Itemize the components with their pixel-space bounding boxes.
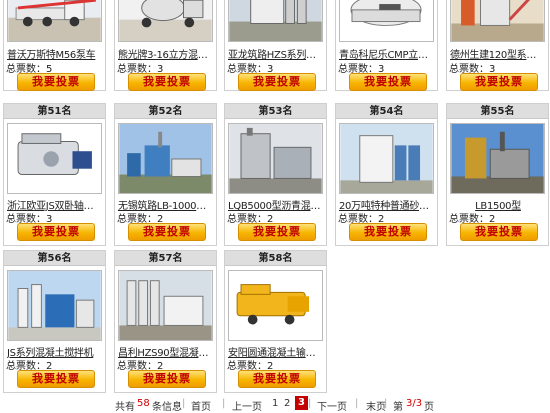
product-card: 亚龙筑路HZS系列水泥混凝土搅拌站 总票数：3 我要投票 xyxy=(224,0,327,91)
product-image-twin-shaft-mixer[interactable] xyxy=(7,123,102,194)
product-image-pump-truck[interactable] xyxy=(7,0,102,42)
page-indicator-prefix: 第 xyxy=(393,402,403,413)
product-card: 第58名 安阳圆通混凝土输送泵 总票数：2 我要投票 xyxy=(224,250,327,393)
rank-label: 第57名 xyxy=(115,251,216,266)
product-image-concrete-pump[interactable] xyxy=(228,270,323,341)
page-indicator: 3/3 xyxy=(406,398,423,409)
product-card: 第54名 20万吨特种普通砂浆生产线 总票数：2 我要投票 xyxy=(335,103,438,246)
separator: | xyxy=(222,398,226,409)
vote-button[interactable]: 我要投票 xyxy=(460,223,538,241)
vote-button[interactable]: 我要投票 xyxy=(17,370,95,388)
vote-button[interactable]: 我要投票 xyxy=(349,223,427,241)
product-image-asphalt-mixing-equipment[interactable] xyxy=(228,123,323,194)
vote-button[interactable]: 我要投票 xyxy=(238,223,316,241)
total-suffix: 条信息 xyxy=(152,402,182,413)
separator: | xyxy=(355,398,359,409)
product-image-lb1500[interactable] xyxy=(450,123,545,194)
product-image-mixing-plant[interactable] xyxy=(228,0,323,42)
vote-button[interactable]: 我要投票 xyxy=(238,73,316,91)
next-page-link[interactable]: 下一页 xyxy=(317,398,347,413)
rank-label: 第51名 xyxy=(4,104,105,119)
page-indicator-suffix: 页 xyxy=(424,402,434,413)
page-link-2[interactable]: 2 xyxy=(284,398,290,409)
product-card: 第56名 JS系列混凝土搅拌机 总票数：2 我要投票 xyxy=(3,250,106,393)
product-card: 普沃万斯特M56泵车 总票数：5 我要投票 xyxy=(3,0,106,91)
last-page-link[interactable]: 末页 xyxy=(366,398,386,413)
product-image-js-mixer-plant[interactable] xyxy=(7,270,102,341)
vote-button[interactable]: 我要投票 xyxy=(128,223,206,241)
rank-label: 第58名 xyxy=(225,251,326,266)
vote-button[interactable]: 我要投票 xyxy=(460,73,538,91)
product-image-planetary-mixer[interactable] xyxy=(339,0,434,42)
first-page-link[interactable]: 首页 xyxy=(191,398,211,413)
product-name[interactable]: 亚龙筑路HZS系列水泥混凝土搅拌站 xyxy=(228,46,324,61)
product-card: 第52名 无锡筑路LB-1000型沥青搅拌设备 总票数：2 我要投票 xyxy=(114,103,217,246)
product-image-asphalt-plant[interactable] xyxy=(118,123,213,194)
product-image-mixing-station[interactable] xyxy=(450,0,545,42)
product-card: 青岛科尼乐CMP立轴行星搅拌机 总票数：3 我要投票 xyxy=(335,0,438,91)
rank-label: 第55名 xyxy=(447,104,548,119)
product-card: 第51名 浙江欧亚JS双卧轴强制式搅拌机 总票数：3 我要投票 xyxy=(3,103,106,246)
vote-button[interactable]: 我要投票 xyxy=(128,370,206,388)
product-name[interactable]: 青岛科尼乐CMP立轴行星搅拌机 xyxy=(339,46,435,61)
product-card: 熊光牌3-16立方混凝土搅拌运输车 总票数：3 我要投票 xyxy=(114,0,217,91)
product-card: 第55名 LB1500型 总票数：2 我要投票 xyxy=(446,103,549,246)
prev-page-link[interactable]: 上一页 xyxy=(232,398,262,413)
product-name[interactable]: 德州生建120型系列混凝土搅拌站 xyxy=(450,46,546,61)
rank-label: 第52名 xyxy=(115,104,216,119)
vote-button[interactable]: 我要投票 xyxy=(128,73,206,91)
vote-button[interactable]: 我要投票 xyxy=(349,73,427,91)
vote-button[interactable]: 我要投票 xyxy=(17,73,95,91)
current-page: 3 xyxy=(295,396,308,410)
product-image-mixer-truck[interactable] xyxy=(118,0,213,42)
product-name[interactable]: 熊光牌3-16立方混凝土搅拌运输车 xyxy=(118,46,214,61)
separator: | xyxy=(308,398,312,409)
rank-label: 第53名 xyxy=(225,104,326,119)
separator: | xyxy=(384,398,388,409)
rank-label: 第56名 xyxy=(4,251,105,266)
product-name[interactable]: 普沃万斯特M56泵车 xyxy=(7,46,103,61)
product-image-mortar-line[interactable] xyxy=(339,123,434,194)
vote-button[interactable]: 我要投票 xyxy=(17,223,95,241)
separator: | xyxy=(182,398,186,409)
product-card: 第53名 LQB5000型沥青混凝土搅拌设备 总票数：2 我要投票 xyxy=(224,103,327,246)
product-image-hzs90-plant[interactable] xyxy=(118,270,213,341)
total-count: 58 xyxy=(137,398,150,409)
rank-label: 第54名 xyxy=(336,104,437,119)
product-card: 第57名 昌利HZS90型混凝土搅拌站 总票数：2 我要投票 xyxy=(114,250,217,393)
product-card: 德州生建120型系列混凝土搅拌站 总票数：3 我要投票 xyxy=(446,0,549,91)
page-link-1[interactable]: 1 xyxy=(272,398,278,409)
total-prefix: 共有 xyxy=(115,402,135,413)
pagination: 共有 58 条信息 | 首页 | 上一页 1 2 3 | 下一页 | 末页 | … xyxy=(0,396,550,413)
vote-button[interactable]: 我要投票 xyxy=(238,370,316,388)
